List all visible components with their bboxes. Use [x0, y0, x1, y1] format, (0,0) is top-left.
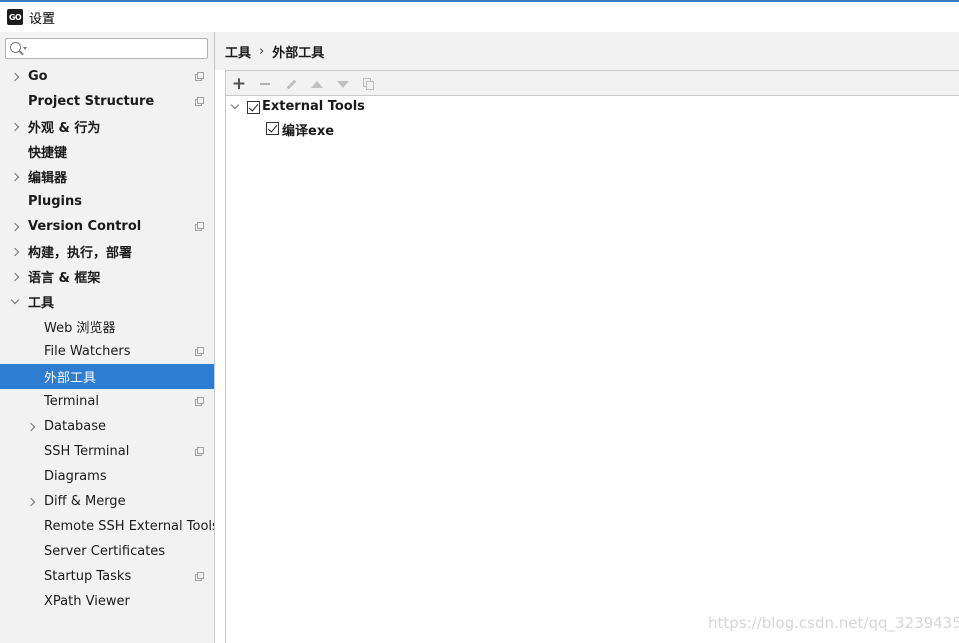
copy-icon: [363, 78, 375, 90]
sidebar-item[interactable]: 构建，执行，部署: [0, 239, 214, 264]
tree-item-row[interactable]: 编译exe: [226, 118, 526, 139]
tool-item-label: 编译exe: [282, 124, 335, 139]
sidebar-item-label: SSH Terminal: [44, 444, 130, 459]
sidebar-item[interactable]: SSH Terminal: [0, 439, 214, 464]
chevron-right-icon[interactable]: [10, 272, 20, 282]
move-down-icon: [337, 80, 349, 88]
sidebar-item-label: Plugins: [28, 194, 82, 209]
copy-tool-button[interactable]: [360, 75, 378, 93]
sidebar-item[interactable]: Diagrams: [0, 464, 214, 489]
sidebar-item-label: 编辑器: [28, 171, 68, 186]
chevron-down-icon[interactable]: [10, 295, 20, 305]
chevron-right-icon[interactable]: [26, 497, 36, 507]
sidebar-item[interactable]: Version Control: [0, 214, 214, 239]
window-title: 设置: [29, 11, 56, 27]
sidebar-item[interactable]: 外部工具: [0, 364, 214, 389]
sidebar-item-label: Diagrams: [44, 469, 107, 484]
search-icon[interactable]: [10, 42, 21, 53]
sidebar-item-label: 外部工具: [44, 371, 97, 386]
sidebar-item[interactable]: 编辑器: [0, 164, 214, 189]
tool-item-checkbox[interactable]: [266, 122, 279, 135]
sidebar-item[interactable]: Web 浏览器: [0, 314, 214, 339]
breadcrumb-separator: ›: [259, 43, 265, 59]
sidebar-item[interactable]: 外观 & 行为: [0, 114, 214, 139]
sidebar-item[interactable]: 快捷键: [0, 139, 214, 164]
sidebar-item-label: Version Control: [28, 219, 142, 234]
settings-sidebar: Go Project Structure 外观 & 行为 快捷键编辑器 Plugins V…: [0, 32, 219, 643]
move-down-button[interactable]: [334, 75, 352, 93]
project-level-icon: [195, 347, 204, 356]
settings-nav-tree: Go Project Structure 外观 & 行为 快捷键编辑器 Plugins V…: [0, 64, 219, 614]
sidebar-item[interactable]: Terminal: [0, 389, 214, 414]
sidebar-item-label: Database: [44, 419, 107, 434]
sidebar-item-label: Project Structure: [28, 94, 155, 109]
sidebar-item-label: 工具: [28, 296, 55, 311]
sidebar-item[interactable]: Server Certificates: [0, 539, 214, 564]
add-icon: +: [231, 73, 247, 94]
external-tools-group-checkbox[interactable]: [247, 101, 260, 114]
watermark-text: https://blog.csdn.net/qq_32394351: [708, 614, 959, 632]
chevron-right-icon[interactable]: [10, 172, 20, 182]
project-level-icon: [195, 97, 204, 106]
add-tool-button[interactable]: +: [230, 75, 248, 93]
chevron-right-icon[interactable]: [10, 122, 20, 132]
sidebar-item[interactable]: 语言 & 框架: [0, 264, 214, 289]
title-bar: GO 设置: [0, 2, 959, 32]
sidebar-item[interactable]: File Watchers: [0, 339, 214, 364]
external-tools-panel: + External Tools 编译exe: [225, 71, 959, 643]
sidebar-item[interactable]: 工具: [0, 289, 214, 314]
sidebar-item-label: Diff & Merge: [44, 494, 126, 509]
sidebar-item-label: 构建，执行，部署: [28, 246, 133, 261]
sidebar-item-label: Remote SSH External Tools: [44, 519, 219, 534]
project-level-icon: [195, 572, 204, 581]
sidebar-item-label: 快捷键: [28, 146, 68, 161]
sidebar-item[interactable]: Database: [0, 414, 214, 439]
sidebar-item-label: Web 浏览器: [44, 321, 116, 336]
sidebar-item-label: Terminal: [44, 394, 99, 409]
goland-app-icon: GO: [7, 9, 23, 25]
project-level-icon: [195, 222, 204, 231]
sidebar-item-label: 外观 & 行为: [28, 121, 101, 136]
remove-tool-button[interactable]: [256, 75, 274, 93]
sidebar-item-label: File Watchers: [44, 344, 131, 359]
settings-search-box[interactable]: [5, 38, 208, 59]
sidebar-item-label: Go: [28, 69, 48, 84]
sidebar-item[interactable]: XPath Viewer: [0, 589, 214, 614]
sidebar-item[interactable]: Startup Tasks: [0, 564, 214, 589]
tree-group-label: External Tools: [262, 99, 365, 114]
sidebar-item-label: XPath Viewer: [44, 594, 130, 609]
sidebar-item[interactable]: Remote SSH External Tools: [0, 514, 219, 539]
sidebar-item[interactable]: Diff & Merge: [0, 489, 214, 514]
chevron-right-icon[interactable]: [26, 422, 36, 432]
move-up-icon: [311, 80, 323, 88]
sidebar-item-label: Startup Tasks: [44, 569, 132, 584]
breadcrumb-parent: 工具: [225, 45, 252, 61]
move-up-button[interactable]: [308, 75, 326, 93]
breadcrumb: 工具 › 外部工具: [215, 32, 959, 70]
project-level-icon: [195, 397, 204, 406]
project-level-icon: [195, 447, 204, 456]
chevron-down-icon[interactable]: [230, 100, 240, 110]
search-input[interactable]: [30, 40, 200, 57]
chevron-right-icon[interactable]: [10, 72, 20, 82]
external-tools-toolbar: +: [226, 71, 959, 96]
project-level-icon: [195, 72, 204, 81]
sidebar-item[interactable]: Project Structure: [0, 89, 214, 114]
breadcrumb-current: 外部工具: [272, 45, 325, 61]
chevron-right-icon[interactable]: [10, 222, 20, 232]
edit-tool-button[interactable]: [282, 75, 300, 93]
remove-icon: [260, 83, 270, 85]
sidebar-item[interactable]: Plugins: [0, 189, 214, 214]
search-history-dropdown-icon[interactable]: [23, 47, 27, 50]
edit-icon: [286, 79, 296, 89]
settings-content: 工具 › 外部工具 + External Tools 编译exe: [215, 32, 959, 643]
sidebar-item-label: Server Certificates: [44, 544, 166, 559]
sidebar-item-label: 语言 & 框架: [28, 271, 101, 286]
chevron-right-icon[interactable]: [10, 247, 20, 257]
tree-group-row[interactable]: External Tools: [226, 97, 526, 117]
sidebar-item[interactable]: Go: [0, 64, 214, 89]
